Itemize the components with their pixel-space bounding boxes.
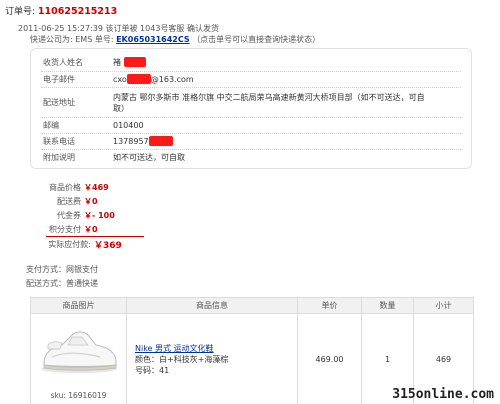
order-number-line: 订单号: 110625215213 <box>5 4 117 17</box>
recipient-phone-row: 联系电话 1378957 <box>43 136 433 147</box>
coupon-label: 代金券 <box>57 210 81 220</box>
recipient-name-label: 收货人姓名 <box>43 58 83 67</box>
zip-label: 邮编 <box>43 121 59 130</box>
redaction-mark <box>123 57 146 67</box>
total-label: 实际应付款: <box>48 239 91 249</box>
address-value: 内蒙古 鄂尔多斯市 准格尔旗 中交二航局荣乌高速新黄河大桥项目部（如不可送达，可… <box>113 93 425 113</box>
product-image-cell: sku: 16916019 <box>30 313 127 404</box>
address-label: 配送地址 <box>43 98 75 107</box>
header-subtotal: 小计 <box>413 297 474 314</box>
table-header-row: 商品图片 商品信息 单价 数量 小计 <box>30 297 474 314</box>
divider <box>41 117 461 118</box>
divider <box>41 87 461 88</box>
order-number: 110625215213 <box>37 6 118 17</box>
total-row: 实际应付款: ￥369 <box>40 237 160 251</box>
product-size: 号码：41 <box>135 366 170 375</box>
goods-price-row: 商品价格 ￥469 <box>40 180 160 194</box>
shipping-fee-label: 配送费 <box>57 196 81 206</box>
product-sku: sku: 16916019 <box>50 391 107 400</box>
shipping-company: EMS <box>75 35 93 44</box>
recipient-note-row: 附加说明 如不可送达，可自取 <box>43 152 433 163</box>
divider <box>41 71 461 72</box>
points-value: ￥0 <box>84 224 98 234</box>
redaction-mark <box>126 74 151 84</box>
header-price: 单价 <box>297 297 362 314</box>
total-value: ￥369 <box>94 240 122 251</box>
coupon-value: ￥- 100 <box>84 210 115 220</box>
header-qty: 数量 <box>361 297 414 314</box>
price-summary: 商品价格 ￥469 配送费 ￥0 代金券 ￥- 100 积分支付 ￥0 实际应付… <box>40 180 160 251</box>
recipient-name-value-wrap: 褚 <box>113 57 433 68</box>
recipient-email-row: 电子邮件 cxo @163.com <box>43 74 433 85</box>
recipient-name-row: 收货人姓名 褚 <box>43 57 433 68</box>
divider <box>41 133 461 134</box>
shipping-company-label: 快递公司为: <box>30 35 73 44</box>
delivery-method: 配送方式：普通快递 <box>26 279 98 288</box>
phone-label: 联系电话 <box>43 137 75 146</box>
shipping-line: 快递公司为: EMS 单号: EK065031642CS （点击单号可以直接查询… <box>30 34 320 45</box>
points-label: 积分支付 <box>49 224 81 234</box>
tracking-hint: （点击单号可以直接查询快递状态） <box>192 35 321 44</box>
tracking-number-label: 单号: <box>94 35 114 44</box>
divider <box>41 149 461 150</box>
shipping-fee-value: ￥0 <box>84 196 98 206</box>
header-info: 商品信息 <box>126 297 298 314</box>
recipient-zip-row: 邮编 010400 <box>43 120 433 131</box>
goods-price-label: 商品价格 <box>49 182 81 192</box>
zip-value: 010400 <box>113 121 144 130</box>
recipient-address-row: 配送地址 内蒙古 鄂尔多斯市 准格尔旗 中交二航局荣乌高速新黄河大桥项目部（如不… <box>43 92 433 114</box>
site-watermark: 315online.com <box>392 387 494 402</box>
product-color: 颜色：白+科技灰+海藻棕 <box>135 355 229 364</box>
phone-value-wrap: 1378957 <box>113 136 433 147</box>
coupon-row: 代金券 ￥- 100 <box>40 208 160 222</box>
product-info-cell: Nike 男式 运动文化鞋 颜色：白+科技灰+海藻棕 号码：41 <box>126 313 298 404</box>
header-image: 商品图片 <box>30 297 127 314</box>
product-name-link[interactable]: Nike 男式 运动文化鞋 <box>135 344 214 353</box>
note-label: 附加说明 <box>43 153 75 162</box>
payment-method: 支付方式：网银支付 <box>26 265 98 274</box>
tracking-number-link[interactable]: EK065031642CS <box>116 35 190 44</box>
order-status-line: 2011-06-25 15:27:39 该订单被 1043号客服 确认发货 <box>18 24 219 33</box>
phone-value: 1378957 <box>113 137 149 146</box>
email-prefix: cxo <box>113 75 127 84</box>
goods-price-value: ￥469 <box>84 182 109 192</box>
email-label: 电子邮件 <box>43 75 75 84</box>
shoe-image[interactable] <box>38 323 120 375</box>
recipient-info-box: 收货人姓名 褚 电子邮件 cxo @163.com 配送地址 内蒙古 鄂尔多斯市 … <box>30 48 472 169</box>
order-number-label: 订单号: <box>5 7 36 17</box>
email-value-wrap: cxo @163.com <box>113 74 433 85</box>
redaction-mark <box>148 136 173 146</box>
points-row: 积分支付 ￥0 <box>40 222 160 236</box>
recipient-name-value: 褚 <box>113 58 121 67</box>
shipping-fee-row: 配送费 ￥0 <box>40 194 160 208</box>
note-value: 如不可送达，可自取 <box>113 153 185 162</box>
product-unit-price: 469.00 <box>297 313 362 404</box>
email-suffix: @163.com <box>150 75 194 84</box>
